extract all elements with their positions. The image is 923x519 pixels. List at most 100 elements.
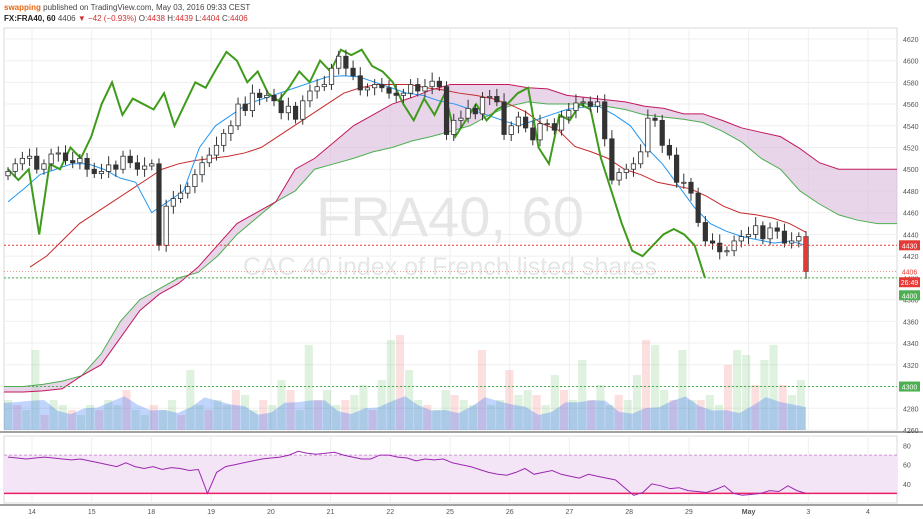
candle-body [745, 234, 752, 238]
x-tick-label: 22 [386, 509, 394, 516]
candle-body [372, 84, 378, 89]
rsi-tick-label: 40 [903, 482, 911, 489]
candle-body [551, 123, 557, 131]
badge-countdown: 26:49 [901, 280, 919, 287]
candle-body [760, 225, 766, 240]
candle-body [55, 152, 61, 155]
candle-body [688, 181, 694, 194]
candle-body [724, 250, 730, 253]
candle [106, 156, 112, 178]
y-tick-label: 4620 [903, 37, 919, 44]
x-tick-label: May [742, 509, 756, 516]
y-tick-label: 4460 [903, 211, 919, 218]
candle-body [185, 186, 191, 194]
candle-body [695, 192, 701, 223]
badge-volume-level: 4300 [902, 385, 918, 392]
rsi-pane [4, 450, 897, 496]
candle-body [213, 144, 220, 156]
candle [156, 158, 162, 251]
y-tick-label: 4280 [903, 406, 919, 413]
candle-body [257, 92, 263, 98]
price-chart[interactable]: FRA40, 60 CAC 40 index of French listed … [0, 0, 923, 519]
candle-body [616, 172, 622, 181]
y-tick-label: 4600 [903, 59, 919, 66]
y-tick-label: 4420 [903, 254, 919, 261]
candle-body [508, 125, 514, 135]
candle [228, 120, 234, 141]
candle-body [364, 87, 371, 91]
candle [774, 221, 780, 239]
candle-body [422, 86, 428, 92]
candle-body [170, 198, 176, 207]
candle-body [328, 67, 335, 85]
candle-body [573, 102, 579, 111]
y-tick-label: 4560 [903, 102, 919, 109]
candle-body [501, 101, 507, 135]
candle-body [702, 222, 708, 242]
candle [623, 163, 629, 180]
candle-body [307, 90, 313, 102]
x-tick-label: 27 [566, 509, 574, 516]
candle-body [357, 75, 363, 91]
x-tick-label: 20 [267, 509, 275, 516]
candle [688, 177, 694, 201]
candle [753, 217, 759, 239]
candle-body [623, 168, 629, 173]
candle-body [515, 116, 522, 127]
x-tick-label: 4 [866, 509, 870, 516]
candle-body [343, 55, 349, 69]
badge-level-lower: 4400 [902, 293, 918, 300]
candle-body [12, 163, 18, 172]
candle-body [34, 155, 40, 170]
candle [163, 199, 169, 252]
x-tick-label: 21 [327, 509, 335, 516]
candle [594, 95, 601, 113]
candle-body [271, 94, 277, 102]
candle [515, 111, 522, 134]
candle [645, 109, 651, 158]
candle-body [141, 165, 148, 170]
candle-body [77, 157, 83, 164]
candle [84, 152, 90, 177]
last-candle-body [804, 236, 808, 272]
candle-body [652, 117, 658, 121]
candle-body [264, 94, 270, 98]
candle-body [479, 97, 486, 115]
candle-body [177, 192, 184, 199]
watermark-subtitle: CAC 40 index of French listed shares [243, 253, 657, 281]
candle [177, 184, 184, 203]
candle-body [70, 160, 76, 164]
volume-bars [4, 335, 806, 430]
candle-body [221, 132, 227, 146]
x-tick-label: 25 [446, 509, 454, 516]
candle-body [530, 127, 536, 141]
candle [70, 151, 76, 169]
x-tick-label: 29 [685, 509, 693, 516]
candle-body [638, 151, 644, 165]
candle [300, 95, 306, 125]
candle [681, 173, 687, 189]
x-tick-label: 26 [506, 509, 514, 516]
candle-body [443, 86, 450, 135]
badge-level-upper: 4430 [902, 243, 918, 250]
candle [192, 169, 198, 194]
candle-body [774, 227, 780, 232]
candle-body [163, 205, 169, 246]
candle-body [5, 171, 11, 177]
candle-body [472, 108, 478, 115]
candle-body [106, 164, 112, 172]
candle-body [400, 92, 407, 96]
y-tick-label: 4440 [903, 232, 919, 239]
candle-body [494, 96, 500, 103]
candle-body [681, 181, 687, 184]
candle [724, 246, 730, 257]
candle-body [458, 117, 464, 121]
badge-last-price: 4406 [902, 269, 918, 276]
y-tick-label: 4360 [903, 319, 919, 326]
candle-body [609, 138, 615, 181]
candle-body [350, 67, 356, 77]
candle-body [537, 123, 543, 141]
candle-body [566, 110, 572, 118]
x-tick-label: 18 [148, 509, 156, 516]
candle-body [336, 55, 342, 69]
